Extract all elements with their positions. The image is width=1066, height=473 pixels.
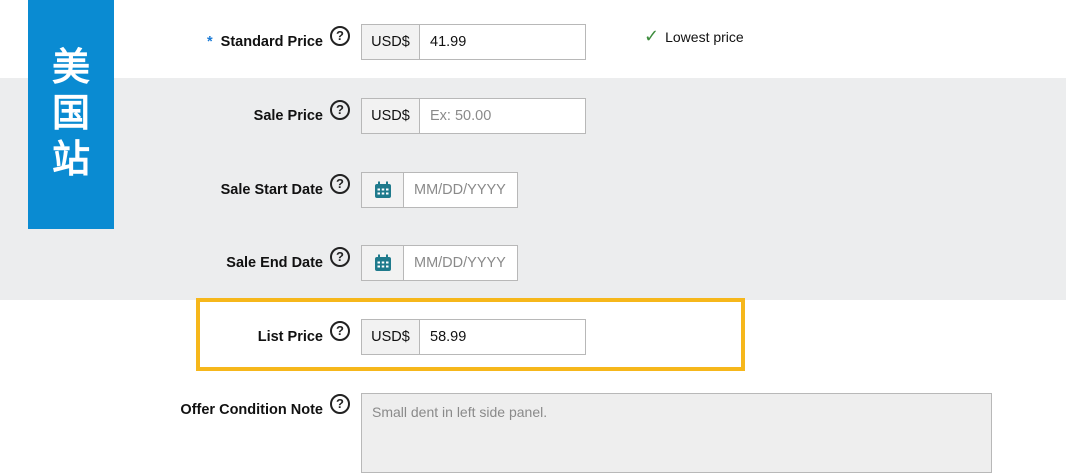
sale-start-date-row: Sale Start Date ? MM/DD/YYYY — [0, 172, 1066, 222]
required-mark: * — [207, 34, 213, 50]
sale-start-date-field: MM/DD/YYYY — [361, 172, 518, 208]
sale-end-date-label: Sale End Date — [226, 255, 323, 271]
lowest-price-status: ✓ Lowest price — [644, 26, 744, 47]
question-circle-icon[interactable]: ? — [330, 247, 350, 267]
sale-end-date-field: MM/DD/YYYY — [361, 245, 518, 281]
sale-price-input[interactable]: Ex: 50.00 — [420, 99, 585, 133]
checkmark-icon: ✓ — [644, 26, 660, 46]
question-circle-icon[interactable]: ? — [330, 100, 350, 120]
question-circle-icon[interactable]: ? — [330, 26, 350, 46]
standard-price-label-text: Standard Price — [220, 34, 323, 50]
list-price-field: USD$ 58.99 — [361, 319, 586, 355]
sale-start-date-input[interactable]: MM/DD/YYYY — [404, 173, 517, 207]
standard-price-input[interactable]: 41.99 — [420, 25, 585, 59]
question-circle-icon[interactable]: ? — [330, 394, 350, 414]
question-circle-icon[interactable]: ? — [330, 174, 350, 194]
sale-start-date-label: Sale Start Date — [220, 182, 323, 198]
list-price-input[interactable]: 58.99 — [420, 320, 585, 354]
calendar-icon[interactable] — [362, 173, 404, 207]
question-circle-icon[interactable]: ? — [330, 321, 350, 341]
standard-price-row: * Standard Price ? USD$ 41.99 ✓ Lowest pr… — [0, 24, 1066, 74]
sale-price-label: Sale Price — [253, 108, 323, 124]
offer-condition-note-input[interactable]: Small dent in left side panel. — [361, 393, 992, 473]
sale-price-row: Sale Price ? USD$ Ex: 50.00 — [0, 98, 1066, 148]
calendar-icon[interactable] — [362, 246, 404, 280]
currency-prefix: USD$ — [362, 99, 420, 133]
lowest-price-text: Lowest price — [665, 28, 744, 45]
standard-price-field: USD$ 41.99 — [361, 24, 586, 60]
currency-prefix: USD$ — [362, 320, 420, 354]
list-price-label: List Price — [257, 329, 323, 345]
offer-condition-note-label: Offer Condition Note — [180, 402, 323, 418]
sale-end-date-row: Sale End Date ? MM/DD/YYYY — [0, 245, 1066, 295]
list-price-row: List Price ? USD$ 58.99 — [0, 319, 1066, 369]
sale-end-date-input[interactable]: MM/DD/YYYY — [404, 246, 517, 280]
standard-price-label: * Standard Price — [207, 34, 323, 50]
currency-prefix: USD$ — [362, 25, 420, 59]
sale-price-field: USD$ Ex: 50.00 — [361, 98, 586, 134]
